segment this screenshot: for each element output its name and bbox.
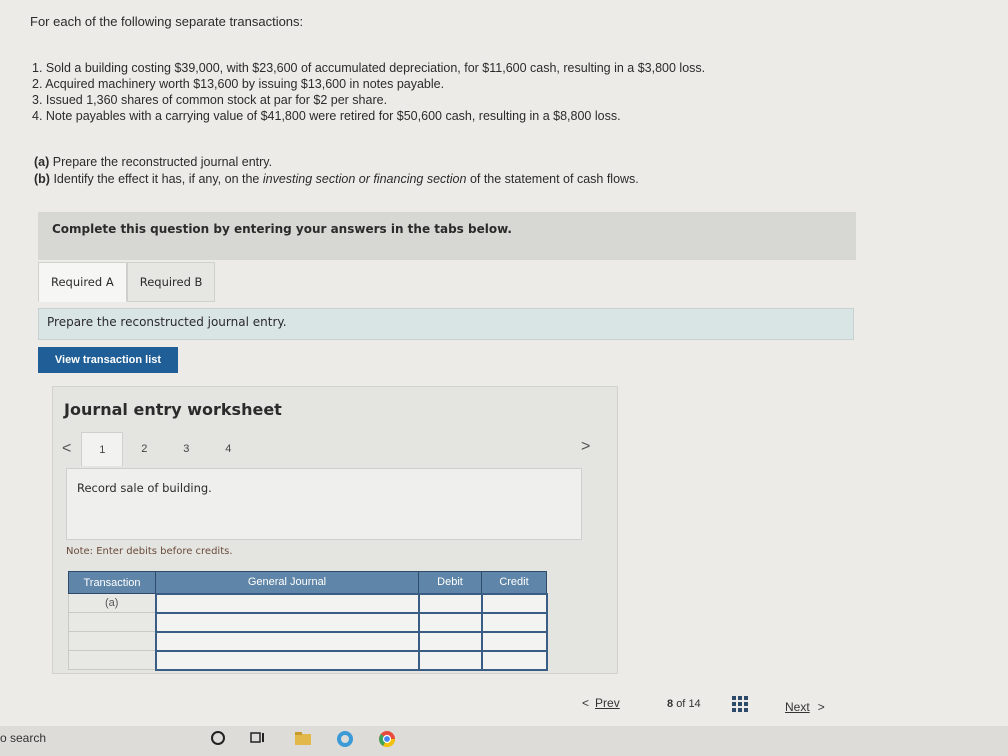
prev-button[interactable]: < Prev bbox=[582, 696, 620, 710]
tab-bar: Required A Required B bbox=[38, 262, 216, 304]
transaction-cell bbox=[68, 631, 156, 651]
transaction-list: 1. Sold a building costing $39,000, with… bbox=[32, 60, 705, 124]
entry-description: Record sale of building. bbox=[77, 481, 212, 495]
debit-input[interactable] bbox=[417, 630, 483, 652]
intro-text: For each of the following separate trans… bbox=[30, 14, 304, 29]
chevron-left-icon[interactable]: < bbox=[62, 440, 71, 458]
grid-icon[interactable] bbox=[732, 696, 748, 712]
next-button[interactable]: Next > bbox=[785, 700, 825, 714]
transaction-item: 3. Issued 1,360 shares of common stock a… bbox=[32, 93, 388, 107]
edge-icon[interactable] bbox=[336, 730, 354, 754]
worksheet-page-2[interactable]: 2 bbox=[123, 432, 165, 466]
worksheet-page-3[interactable]: 3 bbox=[165, 432, 207, 466]
tab-instruction-text: Prepare the reconstructed journal entry. bbox=[47, 315, 287, 329]
credit-input[interactable] bbox=[480, 649, 548, 671]
chevron-left-icon: < bbox=[582, 696, 590, 710]
part-a: (a) Prepare the reconstructed journal en… bbox=[34, 155, 273, 169]
table-row: (a) bbox=[68, 592, 548, 614]
task-view-icon[interactable] bbox=[250, 730, 266, 752]
transaction-cell: (a) bbox=[68, 593, 156, 613]
credit-input[interactable] bbox=[480, 630, 548, 652]
credit-input[interactable] bbox=[480, 592, 548, 614]
account-input[interactable] bbox=[154, 592, 420, 614]
question-parts: (a) Prepare the reconstructed journal en… bbox=[34, 154, 639, 188]
worksheet-page-4[interactable]: 4 bbox=[207, 432, 249, 466]
table-row bbox=[68, 630, 548, 652]
chevron-right-icon: > bbox=[817, 700, 825, 714]
chevron-right-icon[interactable]: > bbox=[581, 438, 590, 456]
header-transaction: Transaction bbox=[68, 571, 156, 594]
next-label: Next bbox=[785, 700, 810, 714]
tab-required-b[interactable]: Required B bbox=[126, 262, 216, 302]
debit-input[interactable] bbox=[417, 649, 483, 671]
transaction-item: 2. Acquired machinery worth $13,600 by i… bbox=[32, 77, 445, 91]
chrome-icon[interactable] bbox=[378, 730, 396, 754]
transaction-cell bbox=[68, 612, 156, 632]
header-general-journal: General Journal bbox=[155, 571, 419, 594]
file-explorer-icon[interactable] bbox=[294, 730, 312, 752]
transaction-cell bbox=[68, 650, 156, 670]
worksheet-pager: < 1 2 3 4 bbox=[62, 432, 249, 466]
header-debit: Debit bbox=[418, 571, 482, 594]
view-transaction-list-button[interactable]: View transaction list bbox=[38, 347, 178, 373]
debit-input[interactable] bbox=[417, 592, 483, 614]
debit-credit-note: Note: Enter debits before credits. bbox=[66, 546, 233, 557]
banner-text: Complete this question by entering your … bbox=[52, 222, 512, 236]
table-row bbox=[68, 611, 548, 633]
worksheet-title: Journal entry worksheet bbox=[64, 400, 282, 419]
prev-label: Prev bbox=[595, 696, 620, 710]
tab-instruction: Prepare the reconstructed journal entry. bbox=[38, 308, 854, 340]
entry-description-box: Record sale of building. bbox=[66, 468, 582, 540]
taskbar bbox=[0, 726, 1008, 756]
tab-required-a[interactable]: Required A bbox=[38, 262, 127, 302]
journal-table: Transaction General Journal Debit Credit… bbox=[68, 571, 548, 671]
header-credit: Credit bbox=[481, 571, 547, 594]
question-counter: 8 of 14 bbox=[667, 698, 701, 710]
cortana-icon[interactable] bbox=[210, 730, 226, 752]
part-b: (b) Identify the effect it has, if any, … bbox=[34, 172, 639, 186]
current-question: 8 bbox=[667, 698, 674, 710]
instruction-banner: Complete this question by entering your … bbox=[38, 212, 856, 260]
credit-input[interactable] bbox=[480, 611, 548, 633]
account-input[interactable] bbox=[154, 630, 420, 652]
transaction-item: 1. Sold a building costing $39,000, with… bbox=[32, 61, 706, 75]
taskbar-search[interactable]: o search bbox=[0, 731, 46, 745]
account-input[interactable] bbox=[154, 611, 420, 633]
transaction-item: 4. Note payables with a carrying value o… bbox=[32, 109, 621, 123]
account-input[interactable] bbox=[154, 649, 420, 671]
debit-input[interactable] bbox=[417, 611, 483, 633]
table-row bbox=[68, 649, 548, 671]
worksheet-page-1[interactable]: 1 bbox=[81, 432, 124, 466]
total-questions: 14 bbox=[688, 698, 701, 710]
